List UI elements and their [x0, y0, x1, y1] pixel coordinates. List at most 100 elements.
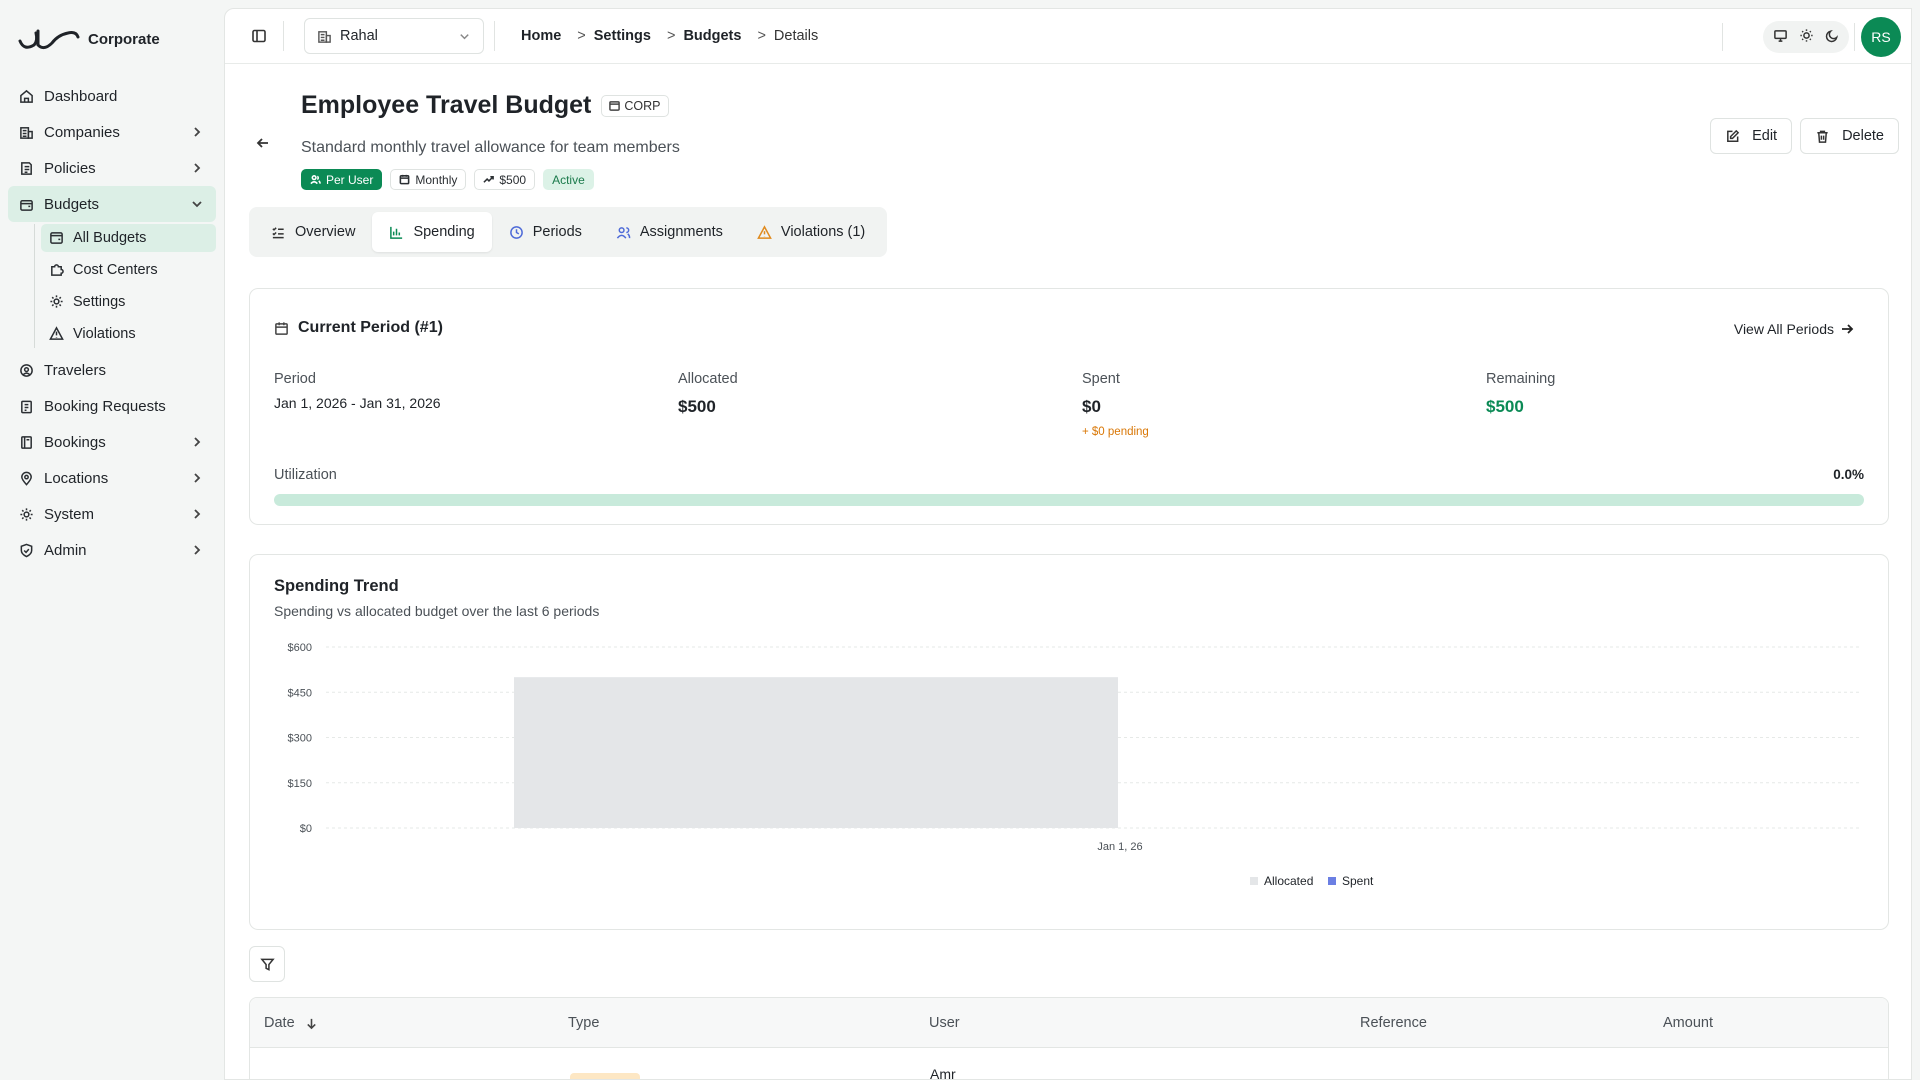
allocated-value: $500 — [678, 397, 716, 416]
monitor-icon[interactable] — [1773, 28, 1788, 47]
breadcrumb-separator: > — [577, 28, 586, 44]
column-date[interactable]: Date — [264, 1015, 318, 1031]
brand-name: Corporate — [88, 30, 160, 48]
legend-label: Spent — [1342, 874, 1374, 888]
current-period-title: Current Period (#1) — [274, 319, 443, 337]
sidebar-item-companies[interactable]: Companies — [8, 114, 216, 150]
breadcrumb-separator: > — [757, 28, 766, 44]
sidebar-item-label: Policies — [44, 159, 96, 177]
sidebar-item-travelers[interactable]: Travelers — [8, 352, 216, 388]
puzzle-icon — [49, 262, 65, 278]
amount-badge: $500 — [474, 169, 536, 190]
building-icon — [18, 124, 34, 140]
avatar[interactable]: RS — [1861, 17, 1901, 57]
chevron-down-icon — [190, 197, 204, 211]
tab-periods[interactable]: Periods — [492, 212, 599, 252]
sidebar-item-system[interactable]: System — [8, 496, 216, 532]
amount-badge-label: $500 — [499, 172, 527, 187]
sidebar-item-booking-requests[interactable]: Booking Requests — [8, 388, 216, 424]
sidebar-item-label: Budgets — [44, 195, 100, 213]
chevron-down-icon — [460, 34, 469, 40]
trend-up-icon — [483, 175, 495, 183]
sidebar-item-label: Booking Requests — [44, 397, 166, 415]
period-label: Period — [274, 371, 316, 387]
allocated-stat: Allocated $500 — [678, 371, 738, 417]
view-all-periods-link[interactable]: View All Periods — [1734, 321, 1854, 337]
remaining-stat: Remaining $500 — [1486, 371, 1555, 417]
bar-allocated — [514, 677, 1118, 828]
sidebar-item-settings[interactable]: Settings — [41, 288, 216, 316]
remaining-label: Remaining — [1486, 371, 1556, 387]
edit-button-label: Edit — [1752, 128, 1778, 144]
sidebar-item-label: Admin — [44, 541, 87, 559]
spending-trend-chart: $0 $150 $300 $450 $600 Jan 1, 26 Allocated Spen… — [288, 642, 1859, 888]
breadcrumb-budgets[interactable]: Budgets — [683, 28, 741, 44]
utilization-label: Utilization — [274, 467, 337, 483]
tab-assignments[interactable]: Assignments — [599, 212, 740, 252]
delete-button-label: Delete — [1842, 128, 1884, 144]
legend-swatch — [1250, 877, 1258, 885]
sidebar-item-cost-centers[interactable]: Cost Centers — [41, 256, 216, 284]
table-row[interactable]: Amr — [250, 1048, 1888, 1080]
filter-icon — [259, 958, 275, 971]
edit-icon — [1727, 129, 1740, 142]
x-tick-label: Jan 1, 26 — [1097, 841, 1142, 853]
calendar-icon — [275, 321, 288, 335]
brand[interactable]: Corporate — [0, 0, 224, 78]
gear-icon — [18, 506, 34, 522]
map-pin-icon — [18, 470, 34, 486]
tab-overview[interactable]: Overview — [254, 212, 372, 252]
y-tick-label: $450 — [288, 687, 312, 699]
y-tick-label: $0 — [300, 823, 312, 835]
book-icon — [18, 434, 34, 450]
breadcrumb-separator: > — [666, 28, 676, 44]
chevron-right-icon — [190, 161, 204, 175]
sun-icon[interactable] — [1799, 28, 1814, 47]
sidebar-toggle-icon[interactable] — [245, 22, 273, 50]
sidebar-item-admin[interactable]: Admin — [8, 532, 216, 568]
column-amount[interactable]: Amount — [1663, 1015, 1713, 1031]
legend-swatch — [1328, 877, 1336, 885]
sidebar-item-bookings[interactable]: Bookings — [8, 424, 216, 460]
transactions-table: Date Type User Reference Amount Amr — [249, 997, 1889, 1080]
column-label: Date — [264, 1015, 295, 1031]
tab-violations[interactable]: Violations (1) — [740, 212, 882, 252]
chevron-right-icon — [190, 435, 204, 449]
user-cell: Amr — [930, 1066, 956, 1080]
allocated-label: Allocated — [678, 371, 738, 387]
legend-label: Allocated — [1264, 874, 1313, 888]
filter-button[interactable] — [249, 946, 285, 982]
divider — [1854, 23, 1855, 51]
column-type[interactable]: Type — [568, 1015, 599, 1031]
period-value: Jan 1, 2026 - Jan 31, 2026 — [274, 395, 441, 411]
pending-amount: + $0 pending — [1082, 426, 1149, 438]
breadcrumb-home[interactable]: Home — [521, 28, 561, 44]
spent-stat: Spent $0 + $0 pending — [1082, 371, 1149, 438]
sidebar-item-dashboard[interactable]: Dashboard — [8, 78, 216, 114]
y-tick-label: $600 — [288, 642, 312, 654]
back-arrow-icon[interactable] — [255, 135, 271, 151]
column-user[interactable]: User — [929, 1015, 960, 1031]
moon-icon[interactable] — [1825, 28, 1840, 47]
delete-button[interactable]: Delete — [1800, 118, 1899, 154]
topbar: Rahal Home > Settings > Budgets > Detail… — [225, 9, 1911, 64]
breadcrumb-settings[interactable]: Settings — [594, 28, 651, 44]
sidebar-item-policies[interactable]: Policies — [8, 150, 216, 186]
users-icon — [616, 226, 631, 239]
tab-spending[interactable]: Spending — [372, 212, 492, 252]
sidebar-item-locations[interactable]: Locations — [8, 460, 216, 496]
sidebar-item-budgets[interactable]: Budgets — [8, 186, 216, 222]
edit-button[interactable]: Edit — [1710, 118, 1793, 154]
utilization-bar — [274, 494, 1864, 506]
sidebar-item-all-budgets[interactable]: All Budgets — [41, 224, 216, 252]
divider — [283, 21, 284, 51]
warning-icon — [49, 326, 65, 342]
sidebar-item-violations[interactable]: Violations — [41, 320, 216, 348]
column-reference[interactable]: Reference — [1360, 1015, 1427, 1031]
breadcrumb-details: Details — [773, 28, 819, 44]
view-all-periods-label: View All Periods — [1733, 321, 1834, 337]
sidebar-item-label: Settings — [73, 294, 126, 310]
company-select[interactable]: Rahal — [304, 18, 484, 54]
breadcrumb: Home > Settings > Budgets > Details — [521, 28, 818, 44]
shield-icon — [18, 542, 34, 558]
